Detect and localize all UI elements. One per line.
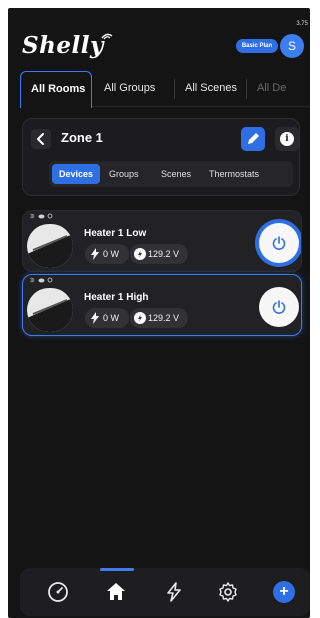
device-name: Heater 1 High — [84, 292, 149, 303]
tab-all-groups[interactable]: All Groups — [94, 71, 155, 107]
tab-all-devices[interactable]: All De — [247, 71, 286, 107]
power-chip: 0 W — [85, 308, 129, 328]
avatar[interactable]: S — [280, 34, 304, 58]
tab-all-scenes[interactable]: All Scenes — [175, 71, 237, 107]
zone-title: Zone 1 — [61, 130, 103, 145]
subtab-groups[interactable]: Groups — [103, 164, 145, 184]
voltage-icon — [134, 311, 146, 324]
back-button[interactable] — [31, 129, 51, 149]
tab-all-rooms[interactable]: All Rooms — [20, 71, 92, 108]
logo-wifi-icon — [101, 33, 113, 40]
nav-energy[interactable] — [162, 580, 186, 604]
device-image — [27, 224, 73, 268]
device-card[interactable]: Heater 1 High 0 W 129.2 V — [22, 274, 302, 336]
device-name: Heater 1 Low — [84, 228, 147, 239]
pencil-icon — [248, 133, 259, 144]
home-icon — [107, 583, 125, 600]
power-toggle-button[interactable] — [259, 223, 299, 263]
bottom-nav: + — [20, 568, 310, 616]
device-image — [27, 288, 73, 332]
connection-status-icons — [29, 277, 53, 285]
dashboard-icon — [48, 582, 68, 602]
app-screen: 3.75 Shelly Basic Plan S All Rooms All G… — [8, 8, 310, 618]
voltage-value: 129.2 V — [148, 313, 180, 323]
power-icon — [272, 300, 286, 314]
status-value: 3.75 — [296, 21, 308, 27]
zone-subtabs: Devices Groups Scenes Thermostats — [49, 161, 293, 187]
chevron-left-icon — [37, 133, 44, 145]
energy-icon — [167, 582, 181, 602]
add-button[interactable]: + — [273, 581, 295, 603]
subtab-scenes[interactable]: Scenes — [155, 164, 197, 184]
sync-icon — [47, 213, 53, 219]
settings-icon — [219, 582, 237, 602]
power-toggle-button[interactable] — [259, 287, 299, 327]
cloud-icon — [38, 278, 45, 283]
power-icon — [272, 236, 286, 250]
device-card[interactable]: Heater 1 Low 0 W 129.2 V — [22, 210, 302, 272]
nav-home[interactable] — [104, 580, 128, 604]
zone-card: Zone 1 i Devices Groups Scenes Thermosta… — [22, 118, 300, 196]
nav-dashboard[interactable] — [46, 580, 70, 604]
voltage-icon — [134, 247, 146, 260]
edit-zone-button[interactable] — [241, 127, 265, 151]
voltage-chip: 129.2 V — [130, 308, 188, 328]
cloud-icon — [38, 214, 45, 219]
nav-active-indicator — [100, 568, 134, 571]
plan-badge[interactable]: Basic Plan — [236, 39, 278, 53]
subtab-devices[interactable]: Devices — [52, 164, 100, 184]
sync-icon — [47, 277, 53, 283]
subtab-thermostats[interactable]: Thermostats — [203, 164, 265, 184]
bluetooth-icon — [29, 213, 35, 219]
voltage-value: 129.2 V — [148, 249, 180, 259]
voltage-chip: 129.2 V — [130, 244, 188, 264]
connection-status-icons — [29, 213, 53, 221]
power-value: 0 W — [103, 313, 120, 323]
power-value: 0 W — [103, 249, 120, 259]
room-tabs: All Rooms All Groups All Scenes All De — [20, 71, 310, 108]
info-icon: i — [280, 132, 294, 146]
lightning-icon — [91, 247, 99, 260]
shelly-logo: Shelly — [22, 32, 104, 59]
lightning-icon — [91, 311, 99, 324]
power-chip: 0 W — [85, 244, 129, 264]
info-button[interactable]: i — [275, 127, 299, 151]
bluetooth-icon — [29, 277, 35, 283]
nav-settings[interactable] — [216, 580, 240, 604]
